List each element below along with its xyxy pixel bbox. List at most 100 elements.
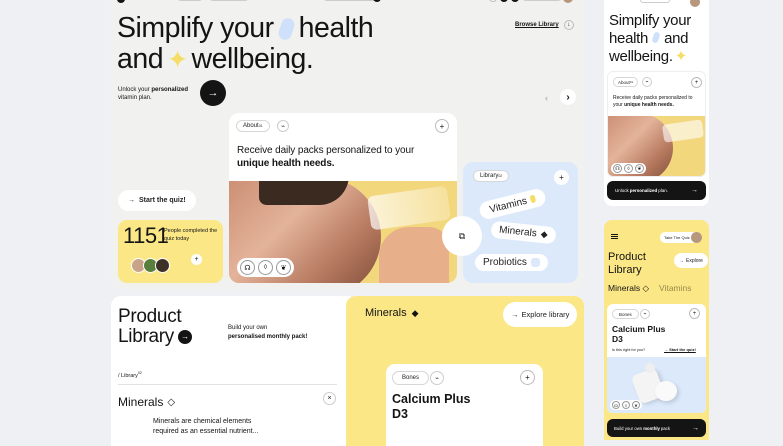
arrow-right-icon: → xyxy=(128,197,135,204)
question-text: Is this right for you? xyxy=(612,348,646,352)
benefit-icons: ☊ ◊ ❦ xyxy=(611,163,646,174)
diamond-outline-icon: ◇ xyxy=(642,283,650,293)
drag-handle-button[interactable]: ⧉ xyxy=(442,216,482,256)
about-badge: About 01 xyxy=(236,120,270,132)
start-quiz-button[interactable]: → Start the quiz! xyxy=(118,190,196,211)
arrow-right-icon[interactable]: → xyxy=(177,330,192,344)
product-tag: Bones xyxy=(392,371,430,385)
product-card[interactable]: Bones ⌁ + Calcium Plus D3 xyxy=(386,364,543,446)
capsule-icon xyxy=(530,258,540,267)
minerals-title: Minerals ◆ xyxy=(365,307,419,319)
browse-library-link[interactable]: Browse Library ↓ xyxy=(515,20,574,30)
leaf-icon: ❦ xyxy=(635,164,644,173)
prev-arrow-button[interactable]: ‹ xyxy=(540,91,553,104)
add-button[interactable]: + xyxy=(554,170,569,185)
mobile-tabs: Minerals ◇ Vitamins xyxy=(608,283,692,294)
quiz-count-card: 1151 People completed the quiz today + xyxy=(118,220,223,283)
hero-subtitle: Unlock your personalized vitamin plan. xyxy=(118,87,189,101)
supplement-pills-image: ☊ ◊ ❦ xyxy=(607,357,706,413)
library-badge: Library 02 xyxy=(473,170,510,182)
product-tag: Bones xyxy=(612,309,639,319)
quiz-count-caption: People completed the quiz today xyxy=(164,228,218,242)
quiz-count: 1151 xyxy=(123,223,169,248)
arrow-right-icon: → xyxy=(679,257,684,264)
about-text: Receive daily packs personalized to your… xyxy=(237,145,415,169)
add-button[interactable]: + xyxy=(691,77,702,88)
mobile-hero-title: Simplify your health and wellbeing. ✦ xyxy=(609,12,691,65)
mobile-unlock-button[interactable]: Unlock personalized plan. → xyxy=(607,181,706,200)
add-button[interactable]: + xyxy=(435,119,449,133)
product-library-panel: Product Library → Build your own personal… xyxy=(111,296,351,446)
product-name: Calcium Plus D3 xyxy=(612,324,666,344)
breadcrumb: / Library02 xyxy=(118,371,142,379)
library-card: Library 02 + Vitamins Minerals ◆ Probiotic… xyxy=(463,162,578,283)
avatar xyxy=(155,258,170,273)
brain-icon: ☊ xyxy=(613,164,622,173)
diamond-icon: ◆ xyxy=(540,228,549,240)
mobile-product-library-title: Product Library xyxy=(608,251,646,276)
add-button[interactable]: + xyxy=(689,308,700,319)
hero-panel: Simplify your health and ✦ wellbeing. Brows… xyxy=(111,0,584,289)
mobile-about-text: Receive daily packs personalized to your… xyxy=(613,95,693,108)
divider xyxy=(118,384,337,385)
shield-icon: ◊ xyxy=(258,260,273,275)
library-tag-minerals[interactable]: Minerals ◆ xyxy=(490,220,557,245)
product-library-subtitle: Build your own personalised monthly pack… xyxy=(228,325,308,340)
shield-icon: ◊ xyxy=(622,401,630,409)
about-badge: About 01 xyxy=(613,77,639,87)
arrow-right-icon: → xyxy=(511,310,519,319)
mobile-product-card[interactable]: Bones ⌁ + Calcium Plus D3 Is this right … xyxy=(607,304,706,413)
link-icon[interactable]: ⌁ xyxy=(277,120,289,132)
arrow-down-icon: ↓ xyxy=(563,20,574,30)
sparkle-icon: ✦ xyxy=(167,46,188,74)
section-title: Minerals ◇ xyxy=(118,395,176,409)
diamond-outline-icon: ◇ xyxy=(167,396,176,408)
mobile-about-card: About 01 ⌁ + Receive daily packs personal… xyxy=(607,71,706,177)
add-avatar-button[interactable]: + xyxy=(191,254,202,265)
brain-icon: ☊ xyxy=(612,401,620,409)
top-nav-fragment xyxy=(117,0,577,4)
sparkle-icon: ✦ xyxy=(674,48,688,65)
library-tag-probiotics[interactable]: Probiotics xyxy=(475,254,548,271)
hero-title: Simplify your health and ✦ wellbeing. xyxy=(117,12,374,75)
mobile-screen-top: Simplify your health and wellbeing. ✦ Abou… xyxy=(604,0,709,206)
shield-icon: ◊ xyxy=(624,164,633,173)
start-quiz-link[interactable]: → Start the quiz! xyxy=(664,347,696,352)
link-icon[interactable]: ⌁ xyxy=(640,309,650,319)
link-icon[interactable]: ⌁ xyxy=(642,77,652,87)
mobile-screen-bottom: Take The Quiz› Product Library →Explore … xyxy=(604,220,709,440)
benefit-icons: ☊ ◊ ❦ xyxy=(237,258,294,277)
avatar xyxy=(690,0,700,7)
section-description: Minerals are chemical elements required … xyxy=(153,418,259,435)
add-button[interactable]: + xyxy=(520,370,535,385)
explore-library-button[interactable]: → Explore library xyxy=(503,302,578,327)
woman-drinking-photo: ☊ ◊ ❦ xyxy=(608,116,705,176)
arrow-right-icon: → xyxy=(664,347,668,352)
next-arrow-button[interactable]: › xyxy=(560,89,576,105)
pill-decoration-icon xyxy=(276,16,296,42)
mobile-build-pack-button[interactable]: Build your own monthly pack → xyxy=(607,419,706,437)
benefit-icons: ☊ ◊ ❦ xyxy=(610,400,642,410)
explore-button[interactable]: → Explore xyxy=(674,253,708,268)
product-name: Calcium Plus D3 xyxy=(392,392,471,421)
library-tag-vitamins[interactable]: Vitamins xyxy=(477,187,548,221)
product-library-title: Product Library → xyxy=(118,307,192,347)
logo-icon xyxy=(117,0,125,3)
arrow-right-icon: → xyxy=(692,424,699,432)
avatar xyxy=(691,232,702,243)
brain-icon: ☊ xyxy=(240,260,255,275)
diamond-icon: ◆ xyxy=(411,307,419,318)
avatar-group xyxy=(131,258,170,273)
tab-vitamins[interactable]: Vitamins xyxy=(659,283,691,294)
link-icon[interactable]: ⌁ xyxy=(430,371,444,385)
leaf-icon: ❦ xyxy=(276,260,291,275)
minerals-panel: Minerals ◆ → Explore library Bones ⌁ + Cal… xyxy=(346,296,584,446)
arrow-right-icon: → xyxy=(691,187,698,194)
hero-arrow-button[interactable]: → xyxy=(200,80,226,106)
leaf-icon: ❦ xyxy=(632,401,640,409)
close-button[interactable]: × xyxy=(323,392,336,405)
about-card: About 01 ⌁ + Receive daily packs personal… xyxy=(229,113,457,283)
tab-minerals[interactable]: Minerals ◇ xyxy=(608,283,649,294)
pill-decoration-icon xyxy=(651,31,661,44)
pill-icon xyxy=(529,194,537,204)
